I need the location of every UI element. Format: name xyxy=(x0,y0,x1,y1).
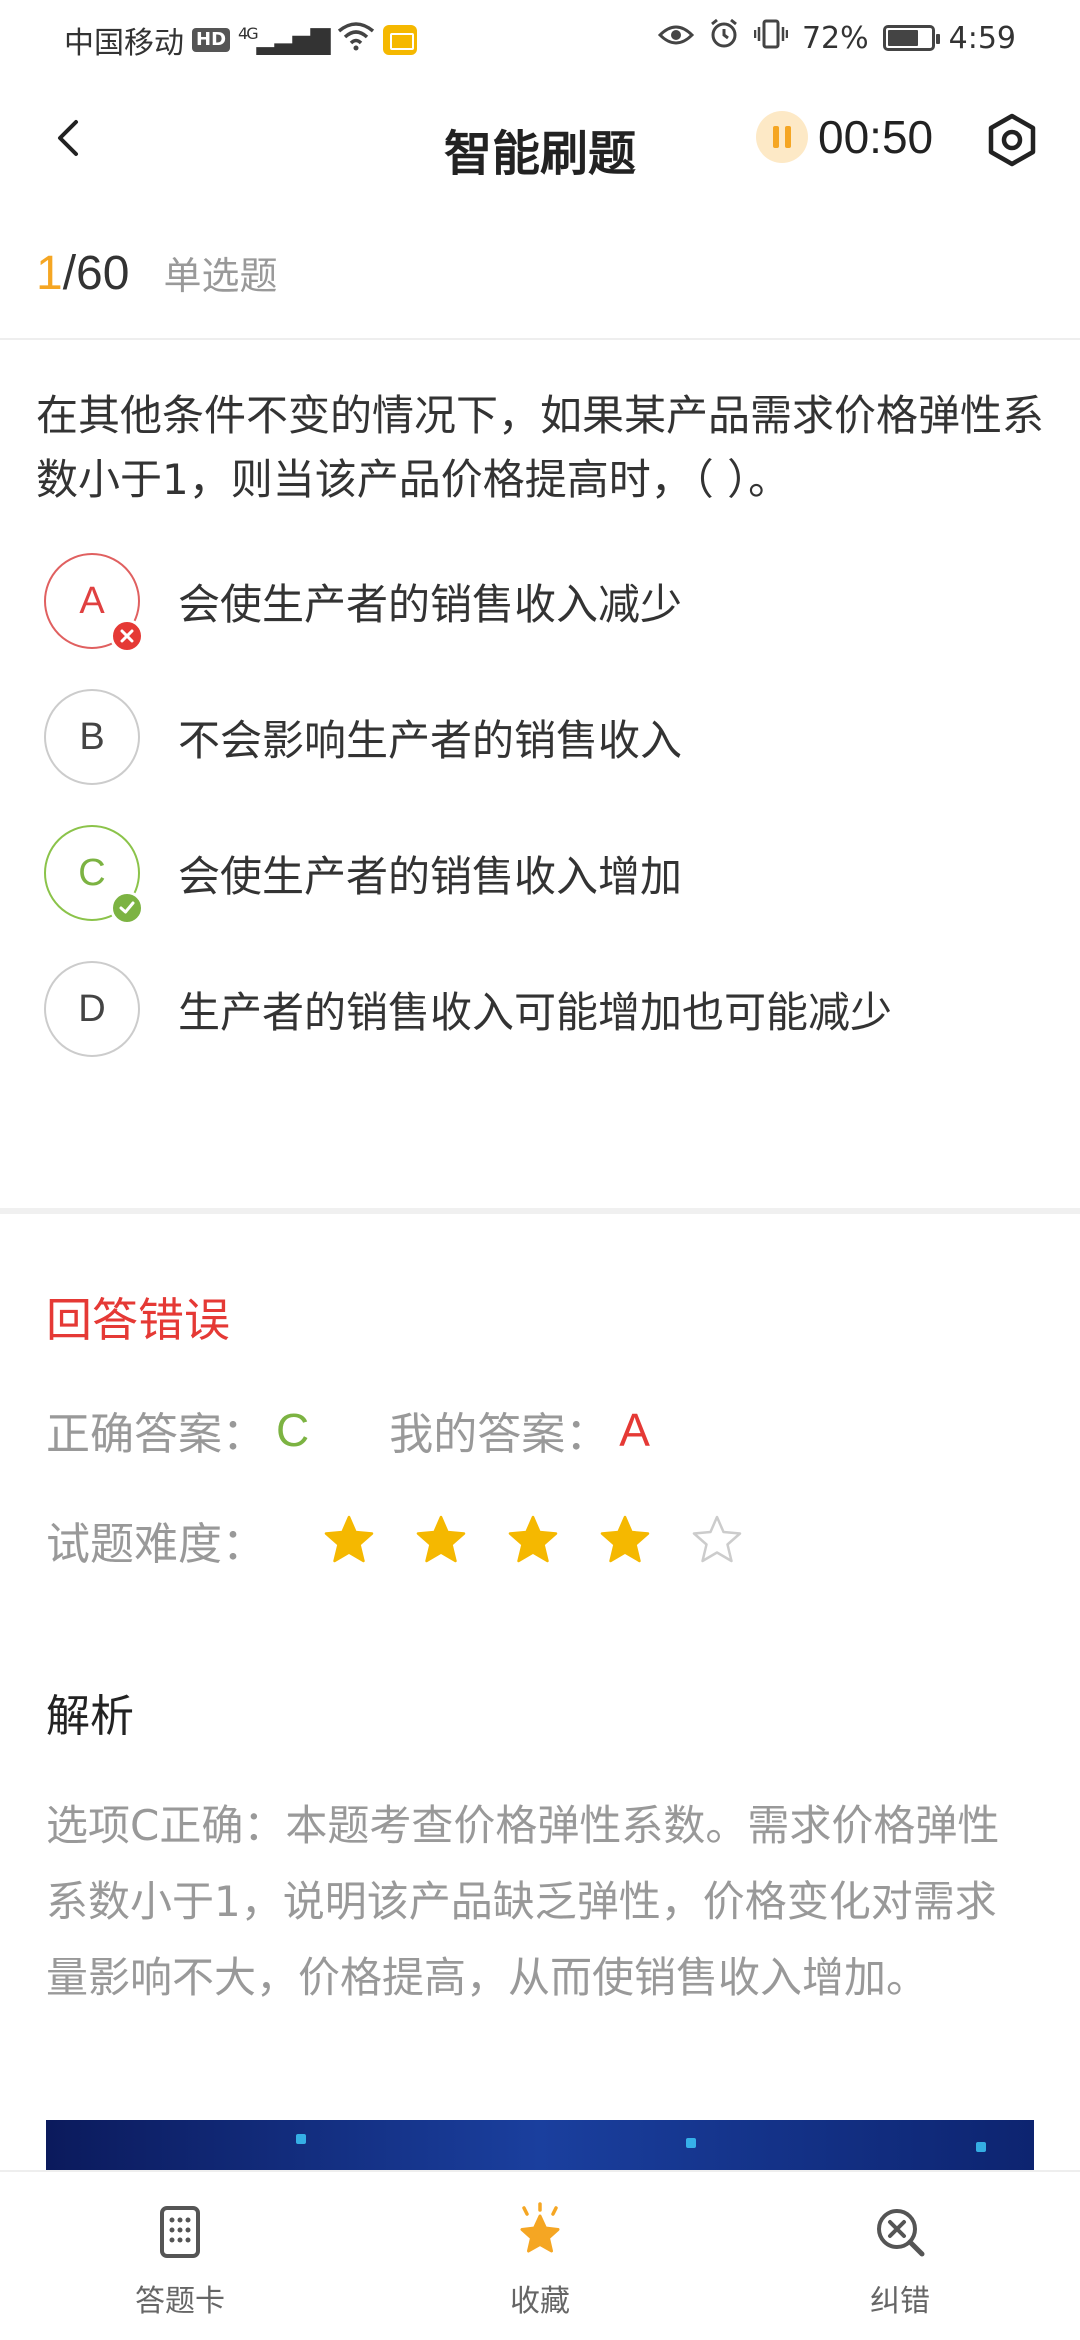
analysis-text: 选项C正确：本题考查价格弹性系数。需求价格弹性系数小于1，说明该产品缺乏弹性，价… xyxy=(46,1801,1000,2002)
section-divider xyxy=(0,1208,1080,1214)
correct-answer-value: C xyxy=(276,1404,310,1456)
promo-banner-image[interactable] xyxy=(46,2120,1034,2172)
vibrate-icon xyxy=(753,18,789,58)
bottom-toolbar: 答题卡 收藏 纠错 xyxy=(0,2170,1080,2340)
option-text: 不会影响生产者的销售收入 xyxy=(178,715,683,765)
star-favorite-icon xyxy=(520,2202,560,2253)
answer-card-icon xyxy=(160,2206,200,2258)
signal-icon: 4G▂▃▅▇ xyxy=(238,24,331,56)
my-answer-label: 我的答案： xyxy=(389,1409,610,1460)
question-progress: 1 /60 单选题 xyxy=(36,245,277,301)
option-letter-circle: D xyxy=(44,961,140,1057)
star-filled-icon xyxy=(324,1515,374,1563)
clock-time: 4:59 xyxy=(948,20,1016,56)
correct-answer-label: 正确答案： xyxy=(46,1409,266,1460)
option-letter-circle: B xyxy=(44,689,140,785)
option-text: 生产者的销售收入可能增加也可能减少 xyxy=(178,987,893,1037)
difficulty-label: 试题难度： xyxy=(46,1519,266,1570)
report-error-button[interactable]: 纠错 xyxy=(720,2172,1080,2340)
eye-icon xyxy=(657,21,695,56)
answer-card-label: 答题卡 xyxy=(135,2284,225,2319)
difficulty-row: 试题难度： xyxy=(46,1508,744,1572)
question-type: 单选题 xyxy=(163,254,278,298)
star-filled-icon xyxy=(416,1515,466,1563)
answer-summary: 正确答案： C 我的答案： A xyxy=(46,1398,650,1462)
option-b[interactable]: B 不会影响生产者的销售收入 xyxy=(44,688,1044,786)
option-letter-circle: A xyxy=(44,553,144,653)
total-questions: /60 xyxy=(62,247,130,300)
option-letter: A xyxy=(79,579,105,622)
option-text: 会使生产者的销售收入减少 xyxy=(178,579,683,629)
option-letter: C xyxy=(78,851,106,894)
check-mark-icon xyxy=(110,891,144,925)
option-c[interactable]: C 会使生产者的销售收入增加 xyxy=(44,824,1044,925)
favorite-label: 收藏 xyxy=(510,2284,570,2319)
divider xyxy=(0,338,1080,340)
wifi-icon xyxy=(337,21,375,59)
settings-button[interactable] xyxy=(984,112,1040,168)
timer: 00:50 xyxy=(756,110,933,164)
result-title: 回答错误 xyxy=(46,1293,230,1347)
star-filled-icon xyxy=(508,1515,558,1563)
option-d[interactable]: D 生产者的销售收入可能增加也可能减少 xyxy=(44,960,1044,1058)
pause-button[interactable] xyxy=(756,111,808,163)
carrier-name: 中国移动 xyxy=(64,26,184,61)
alarm-icon xyxy=(708,18,740,58)
option-letter: D xyxy=(78,987,106,1030)
analysis-title: 解析 xyxy=(46,1691,134,1742)
report-error-label: 纠错 xyxy=(870,2284,930,2319)
option-text: 会使生产者的销售收入增加 xyxy=(178,851,683,901)
battery-icon xyxy=(882,25,940,51)
star-filled-icon xyxy=(600,1515,650,1563)
mail-notification-icon xyxy=(382,25,417,55)
option-a[interactable]: A 会使生产者的销售收入减少 xyxy=(44,552,1044,653)
timer-text: 00:50 xyxy=(818,111,934,163)
network-type: 4G xyxy=(238,24,259,44)
app-header: 智能刷题 00:50 xyxy=(0,78,1080,206)
option-letter-circle: C xyxy=(44,825,144,925)
report-error-icon xyxy=(877,2209,925,2257)
battery-percent: 72% xyxy=(801,20,869,56)
hd-icon: HD xyxy=(192,28,231,52)
difficulty-stars xyxy=(322,1513,744,1567)
answer-card-button[interactable]: 答题卡 xyxy=(0,2172,360,2340)
option-letter: B xyxy=(79,715,105,758)
question-text: 在其他条件不变的情况下，如果某产品需求价格弹性系数小于1，则当该产品价格提高时，… xyxy=(36,391,1045,504)
wrong-mark-icon xyxy=(110,619,144,653)
favorite-button[interactable]: 收藏 xyxy=(360,2172,720,2340)
current-question-number: 1 xyxy=(36,247,63,300)
settings-icon xyxy=(988,113,1036,167)
battery-fill xyxy=(887,30,918,46)
my-answer-value: A xyxy=(619,1404,650,1456)
star-empty-icon xyxy=(692,1515,742,1563)
status-bar: 中国移动 HD 4G▂▃▅▇ 72% 4:59 xyxy=(0,0,1080,78)
